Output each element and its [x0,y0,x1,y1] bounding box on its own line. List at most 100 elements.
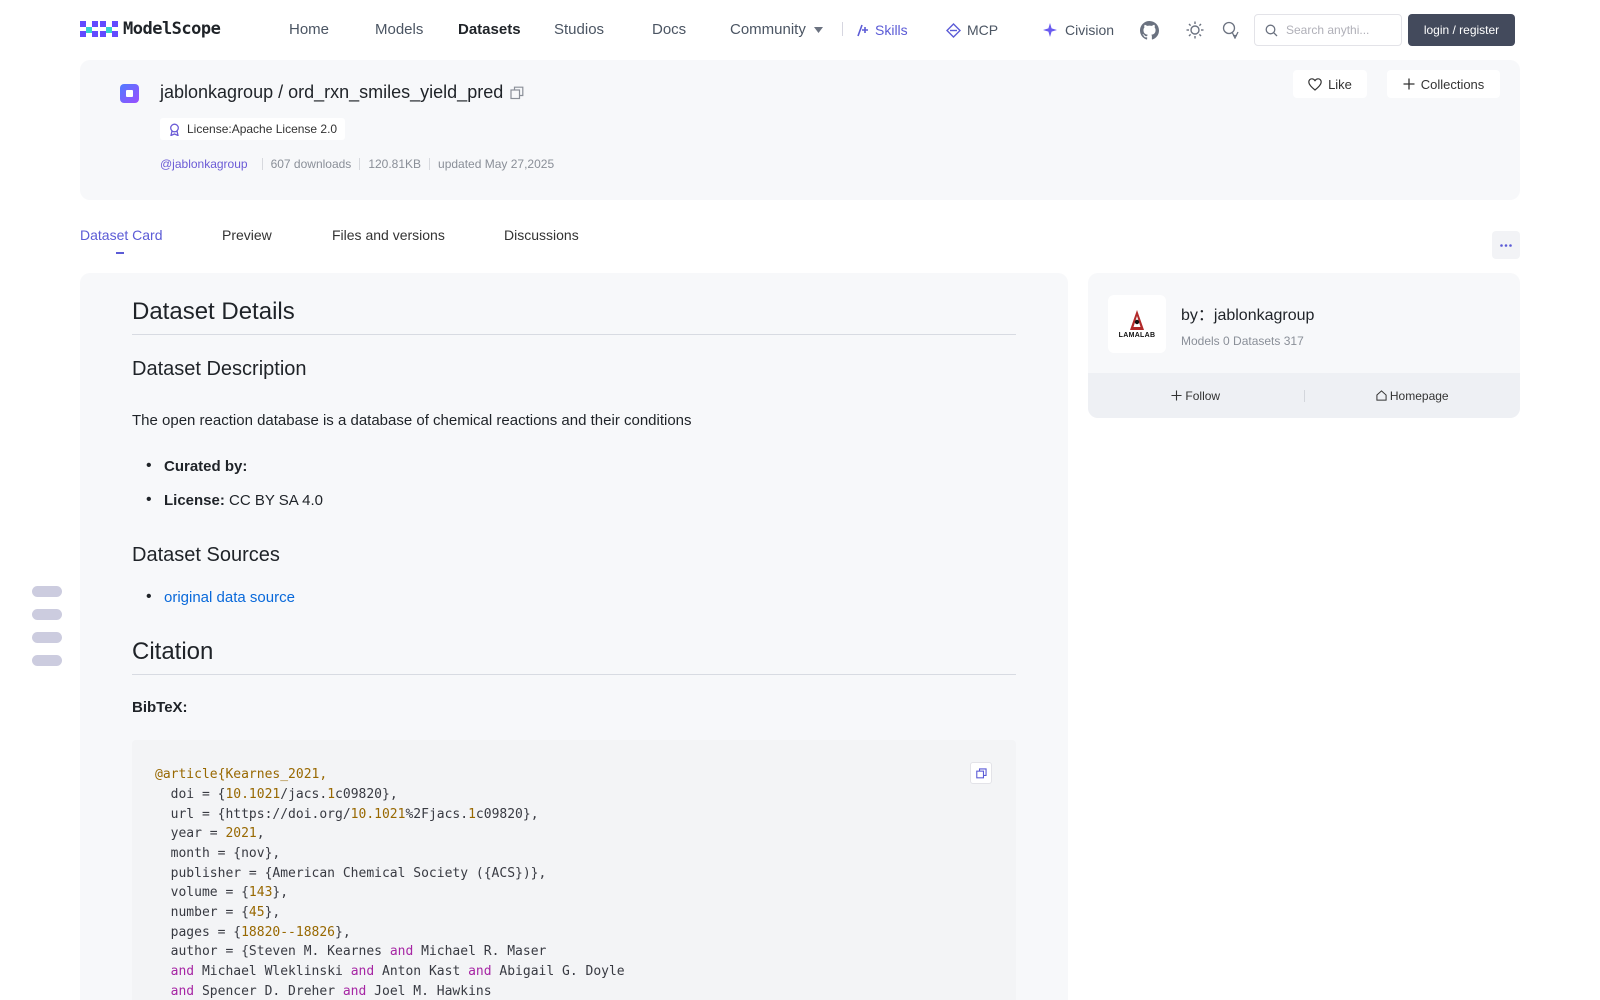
dataset-meta: @jablonkagroup 607 downloads 120.81KB up… [160,157,554,171]
code-line: url = {https://doi.org/10.1021%2Fjacs.1c… [155,807,539,822]
bibtex-label: BibTeX: [132,699,188,716]
organization-avatar[interactable]: LAMALAB [1108,295,1166,353]
code-token: }, [264,905,281,920]
login-register-button[interactable]: login / register [1408,14,1515,46]
heading-dataset-sources: Dataset Sources [132,544,280,566]
code-token: and [389,944,414,959]
code-token: Michael Wleklinski [194,964,351,979]
dataset-owner[interactable]: jablonkagroup [160,82,273,103]
code-token: c09820}, [475,807,539,822]
follow-button[interactable]: Follow [1088,389,1304,403]
toc-bar [32,655,62,666]
plus-icon [1171,390,1182,401]
mcp-icon [946,22,961,38]
bibtex-code-block: @article{Kearnes_2021, doi = { 10.1021/ja… [132,740,1016,1000]
code-line: number = {45}, [155,905,281,920]
code-line: publisher = {American Chemical Society (… [155,866,547,881]
nav-mcp[interactable]: MCP [946,22,998,38]
copy-icon [975,767,987,778]
publisher-card: LAMALAB by：jablonkagroup Models 0 Datase… [1088,273,1520,418]
nav-home[interactable]: Home [289,21,329,38]
search-input[interactable] [1286,23,1398,37]
code-token: and [170,984,195,999]
heading-dataset-description: Dataset Description [132,358,307,380]
search-box[interactable] [1254,14,1402,46]
modelscope-logo[interactable]: ModelScope [80,19,221,39]
meta-divider [359,158,361,170]
code-token: 10.1021 [350,807,406,822]
more-options-button[interactable] [1492,231,1520,259]
code-token: and [350,964,375,979]
brand-name: ModelScope [123,19,221,39]
heading-dataset-details: Dataset Details [132,298,1016,335]
list-item-license: License: CC BY SA 4.0 [146,491,323,509]
dataset-size: 120.81KB [368,157,422,171]
tab-dataset-card[interactable]: Dataset Card [80,227,162,243]
like-button[interactable]: Like [1293,70,1367,98]
code-line: month = {nov}, [155,846,281,861]
code-token: 18820--18826 [241,925,336,940]
nav-civision-label: Civision [1065,22,1115,38]
code-line: pages = {18820--18826}, [155,925,351,940]
dataset-header: jablonkagroup / ord_rxn_smiles_yield_pre… [80,60,1520,200]
organization-name[interactable]: by：jablonkagroup [1181,301,1314,325]
collections-label: Collections [1420,76,1485,92]
list-item-curated-by: Curated by: [146,457,247,475]
nav-civision[interactable]: Civision [1043,22,1114,38]
updated-date: updated May 27,2025 [438,157,555,171]
code-token: doi = { [155,787,226,802]
code-token: 1 [327,787,336,802]
code-token: 2021 [225,826,257,841]
toc-bar [32,632,62,643]
code-token: pages = { [155,925,242,940]
nav-models[interactable]: Models [375,21,423,38]
license-icon [170,123,179,136]
dataset-card-content: Dataset Details Dataset Description The … [80,273,1068,1000]
code-line: year = 2021, [155,826,265,841]
tab-files-and-versions[interactable]: Files and versions [332,227,445,243]
code-token: and [468,964,492,979]
language-icon[interactable] [1220,19,1242,41]
nav-studios[interactable]: Studios [554,21,604,38]
homepage-button[interactable]: Homepage [1305,389,1521,403]
meta-divider [429,158,431,170]
copy-code-button[interactable] [970,762,992,784]
organization-logo-text: LAMALAB [1118,332,1156,339]
nav-skills-label: Skills [875,22,908,38]
nav-skills[interactable]: Skills [856,22,908,38]
original-data-source-link[interactable]: original data source [164,589,295,606]
nav-docs[interactable]: Docs [652,21,686,38]
license-label: License: [164,492,225,509]
list-item-source: original data source [146,588,295,606]
code-token: }, [335,925,351,940]
code-token: Michael R. Maser [413,944,547,959]
toc-bar [32,586,62,597]
code-token: /jacs. [280,787,328,802]
theme-toggle-icon[interactable] [1184,19,1206,41]
code-token: 45 [248,905,265,920]
code-token: month = {nov}, [155,846,281,861]
organization-stats: Models 0 Datasets 317 [1181,334,1304,348]
search-icon [1265,24,1278,36]
collections-button[interactable]: Collections [1387,70,1500,98]
code-token: volume = { [155,885,249,900]
copy-icon[interactable] [510,86,524,100]
code-token: publisher = {American Chemical Society (… [155,866,547,881]
code-token: and [170,964,195,979]
dataset-name: ord_rxn_smiles_yield_pred [288,82,504,102]
code-line: @article{Kearnes_2021, [155,767,327,782]
modelscope-logo-icon [80,21,118,37]
nav-community[interactable]: Community [730,21,823,38]
ellipsis-icon [1500,243,1512,247]
home-icon [1376,390,1387,401]
lamalab-logo-icon [1130,310,1144,330]
code-token: and [342,984,367,999]
nav-datasets[interactable]: Datasets [458,21,521,38]
author-link[interactable]: @jablonkagroup [160,157,248,171]
github-icon[interactable] [1138,19,1160,41]
nav-divider [842,22,843,36]
tab-preview[interactable]: Preview [222,227,272,243]
download-count: 607 downloads [270,157,352,171]
tab-discussions[interactable]: Discussions [504,227,579,243]
toc-bar [32,609,62,620]
